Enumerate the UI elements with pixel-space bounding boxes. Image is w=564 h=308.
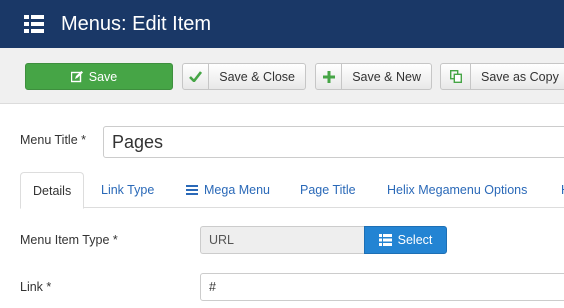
save-button[interactable]: Save [25, 63, 173, 90]
menu-title-input[interactable]: Pages [103, 126, 564, 158]
save-copy-button[interactable]: Save as Copy [440, 63, 564, 90]
toolbar: Save Save & Close Save & New Save as Cop… [0, 48, 564, 104]
tab-page-title[interactable]: Page Title [300, 172, 356, 208]
select-button[interactable]: Select [364, 226, 447, 254]
copy-icon [441, 64, 471, 89]
menu-item-type-label: Menu Item Type * [20, 233, 118, 247]
bars-icon [186, 185, 198, 195]
save-copy-label: Save as Copy [481, 69, 559, 84]
save-button-label: Save [88, 69, 118, 84]
menu-item-type-field: URL [200, 226, 365, 254]
link-input[interactable]: # [200, 273, 564, 301]
tab-bar: Details Link Type Mega Menu Page Title H… [20, 172, 564, 209]
edit-icon [70, 70, 83, 82]
tab-link-type[interactable]: Link Type [101, 172, 154, 208]
save-new-label: Save & New [352, 69, 421, 84]
tab-helix-megamenu-options[interactable]: Helix Megamenu Options [387, 172, 527, 208]
check-icon [183, 64, 210, 89]
list-icon [378, 234, 392, 246]
tab-mega-menu-label: Mega Menu [204, 183, 271, 197]
select-button-label: Select [397, 233, 433, 247]
page-header: Menus: Edit Item [0, 0, 564, 48]
save-close-label: Save & Close [219, 69, 295, 84]
tab-mega-menu[interactable]: Mega Menu [186, 172, 270, 208]
tab-details[interactable]: Details [20, 172, 85, 209]
save-new-button[interactable]: Save & New [315, 63, 432, 90]
menu-title-label: Menu Title * [20, 133, 87, 147]
plus-icon [316, 64, 343, 89]
link-label: Link * [20, 280, 52, 294]
page-title: Menus: Edit Item [61, 13, 212, 35]
save-close-button[interactable]: Save & Close [182, 63, 306, 90]
list-icon [24, 15, 44, 33]
